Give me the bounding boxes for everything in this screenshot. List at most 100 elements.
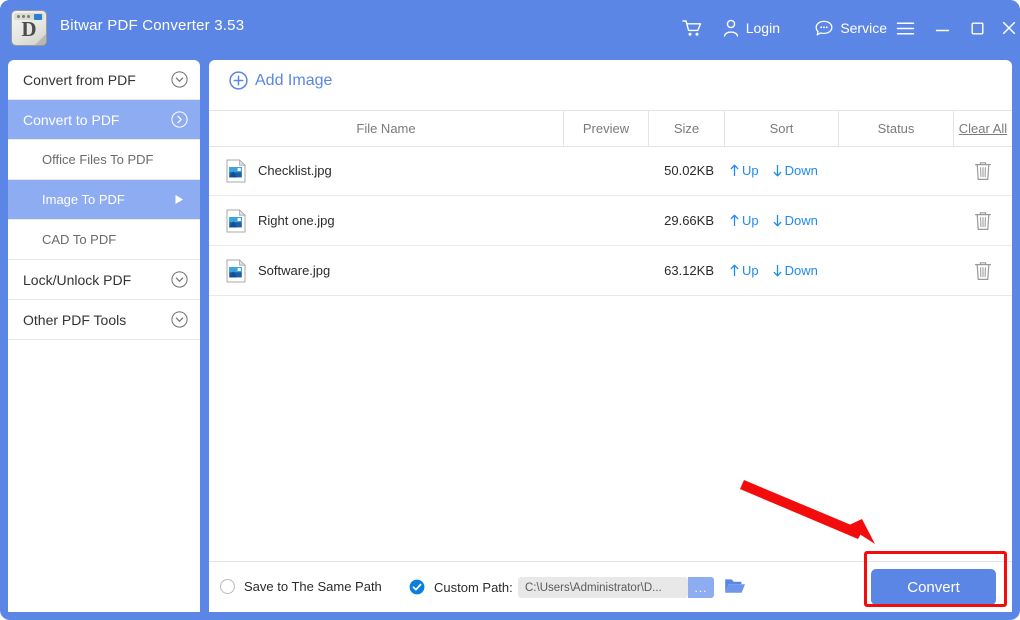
column-header-size: Size bbox=[648, 110, 724, 146]
arrow-down-icon bbox=[773, 215, 781, 227]
delete-row-button[interactable] bbox=[953, 146, 1012, 195]
app-window: D Bitwar PDF Converter 3.53 Login Servic… bbox=[0, 0, 1020, 620]
cell-status bbox=[838, 146, 953, 195]
image-file-icon bbox=[226, 258, 247, 283]
open-folder-button[interactable] bbox=[724, 576, 746, 601]
chevron-down-circle-icon bbox=[171, 71, 188, 88]
menu-button[interactable] bbox=[896, 0, 915, 56]
chevron-right-circle-icon bbox=[171, 111, 188, 128]
chevron-down-circle-icon bbox=[171, 271, 188, 288]
sidebar-item-lock-unlock-pdf[interactable]: Lock/Unlock PDF bbox=[8, 260, 200, 300]
plus-circle-icon bbox=[229, 71, 248, 90]
cell-file-size: 63.12KB bbox=[664, 263, 714, 278]
sidebar-item-image-to-pdf[interactable]: Image To PDF bbox=[8, 180, 200, 220]
cell-file-name: Software.jpg bbox=[226, 246, 330, 295]
column-header-preview: Preview bbox=[563, 110, 648, 146]
table-row[interactable]: Right one.jpg 29.66KB Up Down bbox=[209, 196, 1012, 246]
image-file-icon bbox=[226, 158, 247, 183]
delete-row-button[interactable] bbox=[953, 246, 1012, 295]
file-name-label: Checklist.jpg bbox=[258, 163, 332, 178]
arrow-up-icon bbox=[730, 264, 739, 276]
sidebar-item-label: Convert to PDF bbox=[23, 111, 120, 128]
sidebar-item-cad-to-pdf[interactable]: CAD To PDF bbox=[8, 220, 200, 260]
body-area: Convert from PDF Convert to PDF Office F… bbox=[0, 56, 1020, 620]
minimize-icon bbox=[935, 29, 950, 31]
cell-status bbox=[838, 196, 953, 245]
chevron-down-circle-icon bbox=[171, 311, 188, 328]
close-button[interactable] bbox=[1001, 0, 1017, 56]
sort-up-button[interactable]: Up bbox=[730, 263, 759, 278]
add-image-label: Add Image bbox=[255, 71, 333, 89]
save-same-path-label: Save to The Same Path bbox=[244, 579, 382, 594]
cell-sort: Up Down bbox=[730, 196, 840, 245]
folder-open-icon bbox=[725, 579, 745, 593]
sidebar-item-label: Office Files To PDF bbox=[42, 152, 154, 167]
sidebar: Convert from PDF Convert to PDF Office F… bbox=[8, 60, 200, 612]
cell-file-name: Checklist.jpg bbox=[226, 146, 332, 195]
custom-path-option[interactable]: Custom Path: bbox=[409, 579, 513, 595]
convert-label: Convert bbox=[907, 578, 960, 596]
file-name-label: Right one.jpg bbox=[258, 213, 335, 228]
column-header-status: Status bbox=[838, 110, 953, 146]
custom-path-value: C:\Users\Administrator\D... bbox=[525, 581, 662, 594]
cart-button[interactable] bbox=[682, 0, 702, 56]
user-icon bbox=[723, 19, 738, 37]
convert-button[interactable]: Convert bbox=[871, 569, 996, 605]
delete-row-button[interactable] bbox=[953, 196, 1012, 245]
app-icon: D bbox=[12, 11, 46, 45]
cell-file-size: 29.66KB bbox=[664, 213, 714, 228]
service-button[interactable]: Service bbox=[815, 0, 887, 56]
sidebar-item-office-files-to-pdf[interactable]: Office Files To PDF bbox=[8, 140, 200, 180]
cell-status bbox=[838, 246, 953, 295]
sort-up-label: Up bbox=[742, 263, 759, 278]
custom-path-input[interactable]: C:\Users\Administrator\D... bbox=[518, 577, 688, 598]
custom-path-label: Custom Path: bbox=[434, 579, 513, 595]
table-row[interactable]: Software.jpg 63.12KB Up Down bbox=[209, 246, 1012, 296]
clear-all-button[interactable]: Clear All bbox=[953, 110, 1012, 146]
bottom-bar: Save to The Same Path Custom Path: C:\Us… bbox=[209, 561, 1012, 612]
maximize-button[interactable] bbox=[970, 0, 985, 56]
hamburger-menu-icon bbox=[896, 21, 915, 35]
trash-icon bbox=[974, 211, 991, 230]
arrow-down-icon bbox=[773, 165, 781, 177]
main-panel: Add Image File Name Preview Size Sort St… bbox=[209, 60, 1012, 612]
table-row[interactable]: Checklist.jpg 50.02KB Up Down bbox=[209, 146, 1012, 196]
minimize-button[interactable] bbox=[935, 0, 950, 56]
sort-down-label: Down bbox=[784, 163, 818, 178]
sort-down-label: Down bbox=[784, 263, 818, 278]
browse-path-button[interactable]: ... bbox=[688, 577, 714, 598]
add-image-button[interactable]: Add Image bbox=[229, 71, 332, 90]
arrow-down-icon bbox=[773, 265, 781, 277]
column-header-sort: Sort bbox=[724, 110, 838, 146]
checkmark-circle-icon bbox=[409, 579, 425, 595]
sidebar-item-convert-from-pdf[interactable]: Convert from PDF bbox=[8, 60, 200, 100]
column-header-file-name: File Name bbox=[356, 120, 416, 136]
sort-down-button[interactable]: Down bbox=[773, 263, 818, 278]
sidebar-item-label: CAD To PDF bbox=[42, 232, 117, 247]
cell-file-name: Right one.jpg bbox=[226, 196, 335, 245]
file-list: Checklist.jpg 50.02KB Up Down Right one.… bbox=[209, 146, 1012, 562]
sidebar-item-label: Convert from PDF bbox=[23, 71, 136, 88]
sort-down-button[interactable]: Down bbox=[773, 213, 818, 228]
image-file-icon bbox=[226, 208, 247, 233]
close-icon bbox=[1002, 21, 1016, 35]
sort-up-button[interactable]: Up bbox=[730, 163, 759, 178]
login-button[interactable]: Login bbox=[723, 0, 780, 56]
arrow-right-icon bbox=[175, 195, 183, 204]
title-bar: D Bitwar PDF Converter 3.53 Login Servic… bbox=[0, 0, 1020, 56]
maximize-icon bbox=[971, 22, 984, 35]
sort-up-button[interactable]: Up bbox=[730, 213, 759, 228]
cell-sort: Up Down bbox=[730, 146, 840, 195]
login-label: Login bbox=[745, 20, 780, 36]
sidebar-item-convert-to-pdf[interactable]: Convert to PDF bbox=[8, 100, 200, 140]
sidebar-item-other-pdf-tools[interactable]: Other PDF Tools bbox=[8, 300, 200, 340]
sort-up-label: Up bbox=[742, 163, 759, 178]
radio-unselected-icon bbox=[220, 579, 235, 594]
sidebar-item-label: Image To PDF bbox=[42, 192, 125, 207]
save-same-path-option[interactable]: Save to The Same Path bbox=[220, 579, 382, 594]
arrow-up-icon bbox=[730, 214, 739, 226]
sort-down-button[interactable]: Down bbox=[773, 163, 818, 178]
arrow-up-icon bbox=[730, 164, 739, 176]
shopping-cart-icon bbox=[682, 20, 702, 36]
cell-file-size: 50.02KB bbox=[664, 163, 714, 178]
